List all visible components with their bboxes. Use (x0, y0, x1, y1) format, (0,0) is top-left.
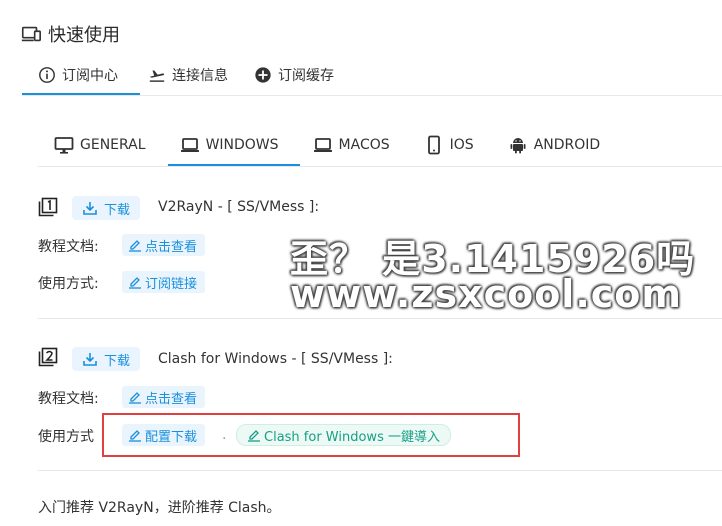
plus-circle-icon (255, 67, 271, 83)
top-tabs: 订阅中心 连接信息 订阅缓存 (22, 56, 360, 94)
tab-android[interactable]: ANDROID (508, 124, 601, 166)
download-button-clash[interactable]: 下载 (72, 347, 141, 371)
active-os-tab-indicator (168, 164, 300, 166)
number-one-icon (38, 197, 58, 217)
monitor-icon (54, 137, 74, 154)
os-tabs: GENERAL WINDOWS MACOS IOS ANDROID (54, 124, 634, 166)
subscription-link-button[interactable]: 订阅链接 (122, 271, 206, 293)
tab-label: GENERAL (80, 137, 146, 153)
tab-subscription-center[interactable]: 订阅中心 (38, 56, 118, 94)
section-divider (38, 318, 722, 319)
section-divider (38, 470, 722, 471)
tab-general[interactable]: GENERAL (54, 124, 146, 166)
tab-connection-info[interactable]: 连接信息 (148, 56, 228, 94)
tab-label: 连接信息 (172, 68, 228, 84)
number-two-icon (38, 347, 58, 367)
phone-icon (427, 135, 440, 155)
tab-label: MACOS (338, 137, 390, 153)
view-doc-label: 点击查看 (145, 391, 198, 407)
laptop-icon (180, 138, 199, 152)
client-title-v2rayn: V2RayN - [ SS/VMess ]: (158, 199, 320, 215)
usage-label: 使用方式 (38, 429, 94, 445)
page-title: 快速使用 (48, 25, 120, 46)
tab-label: IOS (449, 137, 474, 153)
info-circle-icon (39, 67, 55, 83)
download-icon (83, 353, 97, 366)
laptop-icon (313, 138, 332, 152)
download-label: 下载 (104, 202, 131, 218)
view-doc-button-v2rayn[interactable]: 点击查看 (122, 234, 206, 256)
recommendation-note: 入门推荐 V2RayN，进阶推荐 Clash。 (38, 500, 281, 516)
android-icon (510, 138, 526, 154)
download-button-v2rayn[interactable]: 下载 (72, 196, 141, 220)
subscription-link-label: 订阅链接 (145, 276, 198, 292)
highlight-box (102, 413, 520, 457)
tab-label: ANDROID (533, 137, 601, 153)
tab-macos[interactable]: MACOS (313, 124, 390, 166)
tabs-divider (22, 95, 722, 96)
watermark-line-2: www.zsxcool.com (290, 272, 682, 316)
edit-icon (129, 392, 141, 404)
page-header: 快速使用 (20, 20, 120, 48)
active-tab-indicator (22, 93, 140, 95)
edit-icon (129, 277, 141, 289)
tab-label: 订阅缓存 (278, 68, 334, 84)
tab-label: 订阅中心 (62, 68, 118, 84)
doc-label: 教程文档: (38, 391, 99, 407)
client-title-clash: Clash for Windows - [ SS/VMess ]: (158, 351, 393, 367)
usage-label: 使用方式: (38, 276, 99, 292)
doc-label: 教程文档: (38, 239, 99, 255)
os-tabs-divider (38, 166, 722, 167)
download-icon (83, 202, 97, 215)
edit-icon (129, 240, 141, 252)
view-doc-button-clash[interactable]: 点击查看 (122, 386, 206, 408)
tab-label: WINDOWS (205, 137, 279, 153)
tab-ios[interactable]: IOS (424, 124, 474, 166)
tab-windows[interactable]: WINDOWS (180, 124, 279, 166)
plane-icon (149, 70, 165, 82)
tab-subscription-cache[interactable]: 订阅缓存 (254, 56, 334, 94)
view-doc-label: 点击查看 (145, 239, 198, 255)
devices-icon (21, 26, 41, 42)
download-label: 下载 (104, 353, 131, 369)
